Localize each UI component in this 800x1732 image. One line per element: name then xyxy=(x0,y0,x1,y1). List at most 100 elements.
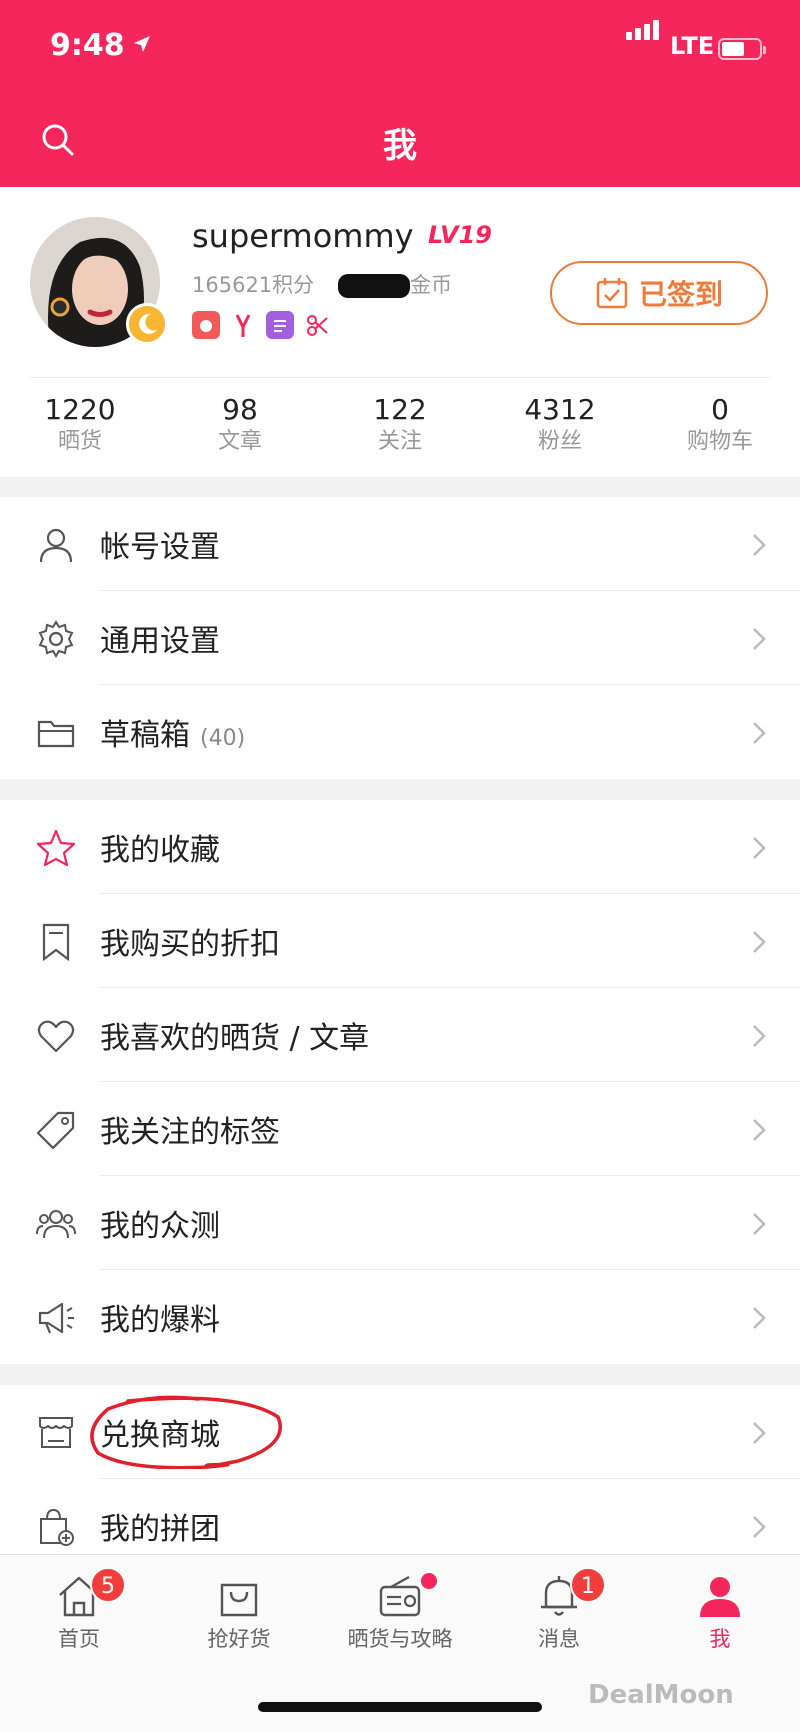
menu-item-followed-tags[interactable]: 我关注的标签 xyxy=(0,1082,800,1176)
new-dot xyxy=(421,1573,437,1589)
tab-label: 晒货与攻略 xyxy=(347,1627,453,1651)
fork-medal-icon xyxy=(229,311,257,339)
stat-label: 关注 xyxy=(377,429,422,454)
stat-value: 98 xyxy=(222,393,258,426)
header-bar: 9:48 LTE 我 xyxy=(0,0,800,187)
stat-value: 0 xyxy=(711,393,729,426)
tab-deals[interactable]: 抢好货 xyxy=(164,1573,314,1653)
person-icon xyxy=(39,528,73,563)
menu-item-general-settings[interactable]: 通用设置 xyxy=(0,591,800,685)
menu-label: 我购买的折扣 xyxy=(100,927,280,962)
chevron-right-icon xyxy=(753,931,766,953)
tab-me[interactable]: 我 xyxy=(645,1573,795,1653)
draft-count: (40) xyxy=(200,726,246,751)
tab-label: 我 xyxy=(709,1627,731,1651)
tab-label: 抢好货 xyxy=(207,1627,271,1651)
tab-posts-guides[interactable]: 晒货与攻略 xyxy=(325,1573,475,1653)
document-medal-icon xyxy=(266,311,294,339)
stat-label: 文章 xyxy=(217,429,262,454)
calendar-check-icon xyxy=(596,278,628,309)
chevron-right-icon xyxy=(753,1422,766,1444)
checkin-label: 已签到 xyxy=(638,278,723,311)
notification-badge: 5 xyxy=(90,1567,126,1603)
level-badge: LV19 xyxy=(428,221,492,249)
menu-group-personal: 我的收藏 我购买的折扣 我喜欢的晒货 / 文章 我关注的标签 我的众测 我的爆料 xyxy=(0,800,800,1364)
chevron-right-icon xyxy=(753,1516,766,1538)
menu-item-drafts[interactable]: 草稿箱 (40) xyxy=(0,685,800,779)
stat-followers[interactable]: 4312 粉丝 xyxy=(480,393,640,457)
menu-item-deal-tips[interactable]: 我的爆料 xyxy=(0,1270,800,1364)
chevron-right-icon xyxy=(753,1307,766,1329)
network-type: LTE xyxy=(670,32,715,60)
tab-messages[interactable]: 消息 1 xyxy=(484,1567,634,1653)
person-filled-icon xyxy=(700,1577,740,1617)
tab-home[interactable]: 首页 5 xyxy=(4,1567,154,1653)
watermark: DealMoon xyxy=(588,1680,734,1710)
chevron-right-icon xyxy=(753,1025,766,1047)
menu-label: 帐号设置 xyxy=(100,530,220,565)
menu-label: 我的收藏 xyxy=(100,833,220,868)
status-time: 9:48 xyxy=(50,28,125,63)
profile-card: supermommy LV19 165621积分 金币 已签到 1220 晒货 98… xyxy=(0,187,800,477)
stat-following[interactable]: 122 关注 xyxy=(320,393,480,457)
radio-icon xyxy=(379,1575,421,1617)
home-indicator[interactable] xyxy=(258,1702,542,1712)
battery-icon xyxy=(718,38,766,60)
location-arrow-icon xyxy=(134,36,150,52)
stat-articles[interactable]: 98 文章 xyxy=(160,393,320,457)
menu-group-shopping: 兑换商城 我的拼团 xyxy=(0,1385,800,1554)
medal-row xyxy=(192,311,331,339)
coins-redacted xyxy=(338,274,411,298)
menu-item-product-testing[interactable]: 我的众测 xyxy=(0,1176,800,1270)
coins-suffix: 金币 xyxy=(410,273,453,297)
chevron-right-icon xyxy=(753,1213,766,1235)
menu-label: 我关注的标签 xyxy=(100,1115,280,1150)
menu-item-group-buy[interactable]: 我的拼团 xyxy=(0,1479,800,1554)
moon-badge-icon xyxy=(126,303,168,345)
checkin-button[interactable]: 已签到 xyxy=(550,261,768,325)
store-icon xyxy=(39,1417,73,1448)
heart-icon xyxy=(37,1020,75,1053)
stat-label: 购物车 xyxy=(686,429,753,454)
group-icon xyxy=(36,1210,76,1239)
menu-group-settings: 帐号设置 通用设置 草稿箱 (40) xyxy=(0,497,800,779)
chevron-right-icon xyxy=(753,837,766,859)
menu-label: 我的众测 xyxy=(100,1209,220,1244)
tab-label: 消息 xyxy=(538,1627,580,1651)
tab-label: 首页 xyxy=(58,1627,100,1651)
menu-label: 我的拼团 xyxy=(100,1512,220,1547)
menu-item-purchased-deals[interactable]: 我购买的折扣 xyxy=(0,894,800,988)
stat-posts[interactable]: 1220 晒货 xyxy=(0,393,160,457)
stat-value: 122 xyxy=(373,393,427,426)
chevron-right-icon xyxy=(753,534,766,556)
menu-label: 草稿箱 (40) xyxy=(100,710,245,754)
notification-badge: 1 xyxy=(570,1567,606,1603)
stat-label: 晒货 xyxy=(57,429,102,454)
megaphone-icon xyxy=(38,1302,74,1334)
menu-label: 我的爆料 xyxy=(100,1303,220,1338)
tag-icon xyxy=(36,1111,75,1150)
profile-divider xyxy=(30,377,770,378)
red-circle-annotation xyxy=(90,1395,282,1469)
stat-value: 4312 xyxy=(524,393,596,426)
menu-label: 通用设置 xyxy=(100,624,220,659)
star-icon xyxy=(36,829,76,867)
page-title: 我 xyxy=(383,126,417,166)
username: supermommy xyxy=(192,217,414,255)
menu-item-liked[interactable]: 我喜欢的晒货 / 文章 xyxy=(0,988,800,1082)
points-row: 165621积分 金币 xyxy=(192,269,452,299)
menu-item-favorites[interactable]: 我的收藏 xyxy=(0,800,800,894)
scissors-medal-icon xyxy=(303,311,331,339)
shopping-bag-icon xyxy=(220,1583,258,1617)
folder-icon xyxy=(37,720,75,748)
menu-item-account-settings[interactable]: 帐号设置 xyxy=(0,497,800,591)
points-value: 165621积分 xyxy=(192,273,315,297)
menu-label: 我喜欢的晒货 / 文章 xyxy=(100,1021,370,1056)
bookmark-icon xyxy=(42,923,70,962)
chevron-right-icon xyxy=(753,722,766,744)
menu-item-exchange-store[interactable]: 兑换商城 xyxy=(0,1385,800,1479)
shopping-bag-icon xyxy=(40,1508,74,1546)
stat-cart[interactable]: 0 购物车 xyxy=(640,393,800,457)
menu-label-text: 草稿箱 xyxy=(100,718,190,753)
stat-value: 1220 xyxy=(44,393,116,426)
